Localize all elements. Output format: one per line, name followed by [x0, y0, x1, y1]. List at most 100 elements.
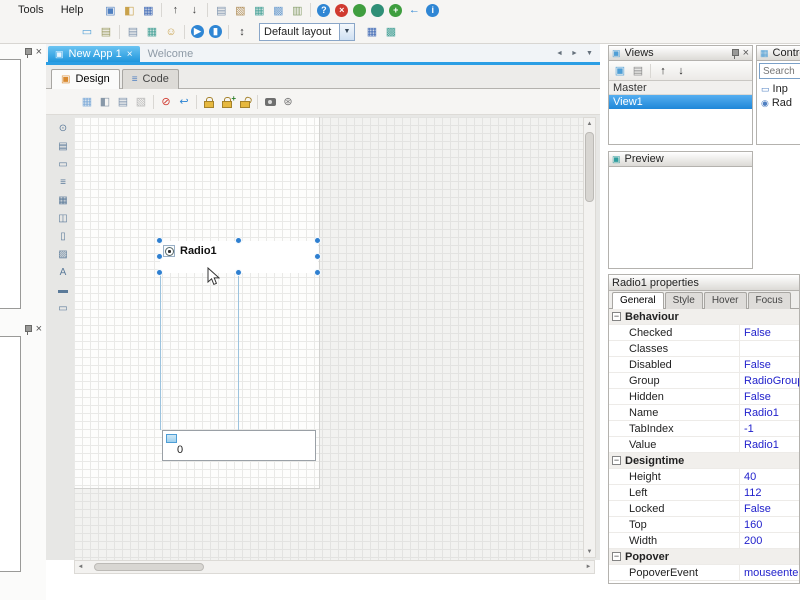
collapse-icon[interactable]: −: [612, 312, 621, 321]
components-icon[interactable]: ▦: [250, 2, 268, 18]
lock-add-icon[interactable]: [218, 94, 236, 110]
property-value-value[interactable]: Radio1: [739, 437, 799, 452]
control-item-radio[interactable]: ◉Rad: [757, 96, 800, 110]
docked-list-top[interactable]: [0, 59, 21, 309]
unlock-icon[interactable]: [236, 94, 254, 110]
run-icon[interactable]: ▶: [191, 25, 204, 38]
properties-tab-style[interactable]: Style: [665, 292, 703, 309]
menu-help[interactable]: Help: [53, 2, 92, 18]
sort-icon[interactable]: ↕: [233, 24, 251, 40]
scroll-left-icon[interactable]: ◄: [75, 562, 86, 573]
table-icon[interactable]: ▦: [363, 24, 381, 40]
tab-scroll-left-icon[interactable]: ◄: [553, 46, 566, 60]
help-icon[interactable]: ?: [317, 4, 330, 17]
property-value-locked[interactable]: False: [739, 501, 799, 516]
info-icon[interactable]: i: [426, 4, 439, 17]
paste-controls-icon[interactable]: ▧: [132, 94, 150, 110]
property-value-checked[interactable]: False: [739, 325, 799, 340]
selection-handle-middle-left[interactable]: [156, 253, 163, 260]
move-down-icon[interactable]: ↓: [185, 2, 203, 18]
open-app-icon[interactable]: ◧: [120, 2, 138, 18]
zoom-icon[interactable]: ⊙: [54, 121, 72, 136]
tab-code[interactable]: ≡Code: [122, 69, 179, 89]
search-input[interactable]: [759, 63, 800, 79]
lock-icon[interactable]: [200, 94, 218, 110]
select-mode-icon[interactable]: ◧: [96, 94, 114, 110]
property-value-width[interactable]: 200: [739, 533, 799, 548]
canvas-horizontal-scrollbar[interactable]: ◄ ►: [74, 560, 595, 574]
tab-design[interactable]: ▣Design: [51, 69, 120, 89]
chevron-down-icon[interactable]: ▼: [339, 24, 354, 40]
mail-icon[interactable]: ▤: [97, 24, 115, 40]
selection-handle-top-center[interactable]: [235, 237, 242, 244]
selection-handle-bottom-center[interactable]: [235, 269, 242, 276]
properties-tab-focus[interactable]: Focus: [748, 292, 791, 309]
pin-icon[interactable]: [23, 324, 32, 335]
move-up-icon[interactable]: ↑: [166, 2, 184, 18]
scroll-right-icon[interactable]: ►: [583, 562, 594, 573]
copy-icon[interactable]: ▤: [212, 2, 230, 18]
list-icon[interactable]: ≡: [54, 175, 72, 190]
input-palette-icon[interactable]: ▭: [54, 301, 72, 316]
copy-controls-icon[interactable]: ▤: [114, 94, 132, 110]
property-value-left[interactable]: 112: [739, 485, 799, 500]
scrollbar-thumb[interactable]: [585, 132, 594, 202]
property-value-group[interactable]: RadioGroup: [739, 373, 799, 388]
undo-icon[interactable]: ↩: [175, 94, 193, 110]
view-options-icon[interactable]: ▤: [629, 63, 647, 79]
close-icon[interactable]: ×: [36, 48, 42, 57]
add-view-icon[interactable]: ▣: [611, 63, 629, 79]
property-value-disabled[interactable]: False: [739, 357, 799, 372]
options-gear-icon[interactable]: ⊛: [279, 94, 297, 110]
tab-new-app-1[interactable]: ▣New App 1×: [48, 46, 140, 62]
pages-icon[interactable]: ▤: [124, 24, 142, 40]
control-item-input[interactable]: ▭Inp: [757, 82, 800, 96]
form-icon[interactable]: ▭: [54, 157, 72, 172]
tab-welcome[interactable]: Welcome: [141, 46, 201, 62]
canvas-vertical-scrollbar[interactable]: ▲ ▼: [583, 117, 596, 558]
property-value-height[interactable]: 40: [739, 469, 799, 484]
selection-handle-bottom-right[interactable]: [314, 269, 321, 276]
run-alt-icon[interactable]: ▮: [209, 25, 222, 38]
properties-tab-hover[interactable]: Hover: [704, 292, 747, 309]
add-icon[interactable]: +: [389, 4, 402, 17]
split-icon[interactable]: ◫: [54, 211, 72, 226]
selection-handle-middle-right[interactable]: [314, 253, 321, 260]
text-icon[interactable]: A: [54, 265, 72, 280]
close-tab-icon[interactable]: ×: [127, 50, 133, 59]
layout-combo[interactable]: Default layout ▼: [259, 23, 355, 41]
report-icon[interactable]: ▥: [288, 2, 306, 18]
new-app-icon[interactable]: ▣: [101, 2, 119, 18]
property-value-tabindex[interactable]: -1: [739, 421, 799, 436]
design-surface[interactable]: Radio1 0: [74, 117, 583, 560]
selection-handle-top-left[interactable]: [156, 237, 163, 244]
theme-icon[interactable]: ☺: [162, 24, 180, 40]
move-view-up-icon[interactable]: ↑: [654, 63, 672, 79]
pin-icon[interactable]: [730, 48, 739, 59]
close-icon[interactable]: ×: [743, 49, 749, 58]
property-value-popoverevent[interactable]: mouseenter: [739, 565, 799, 580]
show-grid-icon[interactable]: ▦: [78, 94, 96, 110]
property-value-hidden[interactable]: False: [739, 389, 799, 404]
properties-tab-general[interactable]: General: [612, 292, 664, 309]
selection-handle-top-right[interactable]: [314, 237, 321, 244]
snapshot-camera-icon[interactable]: [261, 94, 279, 110]
scrollbar-thumb[interactable]: [94, 563, 204, 571]
property-value-top[interactable]: 160: [739, 517, 799, 532]
scroll-up-icon[interactable]: ▲: [584, 118, 595, 129]
tab-list-icon[interactable]: ▼: [583, 46, 596, 60]
layout-icon[interactable]: ▩: [269, 2, 287, 18]
pages-palette-icon[interactable]: ▤: [54, 139, 72, 154]
selection-handle-bottom-left[interactable]: [156, 269, 163, 276]
close-icon[interactable]: ×: [36, 325, 42, 334]
collapse-icon[interactable]: −: [612, 456, 621, 465]
web-alt-icon[interactable]: [371, 4, 384, 17]
scroll-down-icon[interactable]: ▼: [584, 546, 595, 557]
grid-layout-icon[interactable]: ▩: [382, 24, 400, 40]
view-item-view1[interactable]: View1: [609, 95, 752, 109]
panel-icon[interactable]: ▯: [54, 229, 72, 244]
property-value-name[interactable]: Radio1: [739, 405, 799, 420]
docked-list-bottom[interactable]: [0, 336, 21, 572]
number-widget[interactable]: 0: [162, 430, 316, 461]
pin-icon[interactable]: [23, 47, 32, 58]
